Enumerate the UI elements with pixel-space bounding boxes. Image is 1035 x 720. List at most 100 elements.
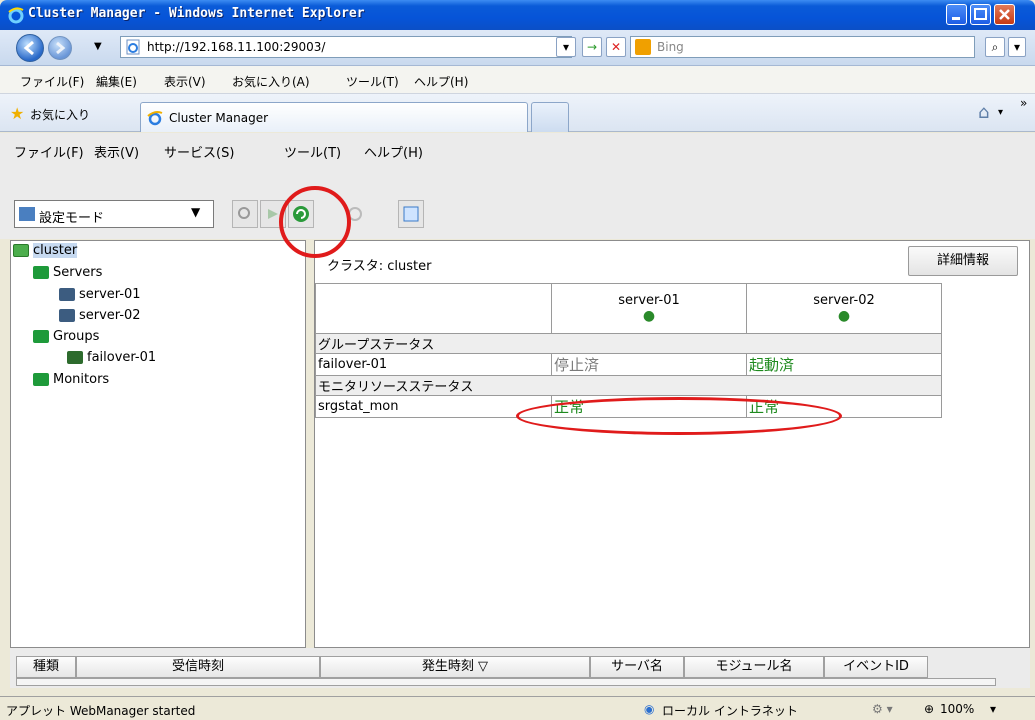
folder-icon [33, 266, 49, 279]
app-menu-tools[interactable]: ツール(T) [284, 142, 341, 161]
server-icon [59, 309, 75, 322]
address-bar[interactable]: http://192.168.11.100:29003/ [120, 36, 572, 58]
log-scrollbar[interactable] [16, 678, 996, 686]
log-col-type[interactable]: 種類 [16, 656, 76, 678]
tree-node-groups[interactable]: Groups [33, 329, 99, 344]
go-button[interactable]: → [582, 37, 602, 57]
menu-help[interactable]: ヘルプ(H) [414, 73, 468, 90]
favorites-bar: ★ お気に入り Cluster Manager ⌂ ▾ » [0, 94, 1035, 132]
folder-icon [33, 373, 49, 386]
column-header-server-02: server-02 ● [746, 283, 942, 334]
log-col-occurred[interactable]: 発生時刻 ▽ [320, 656, 590, 678]
mode-select[interactable]: 設定モード ▼ [14, 200, 214, 228]
mode-dropdown-icon: ▼ [191, 205, 201, 219]
app-menu-bar: ファイル(F) 表示(V) サービス(S) ツール(T) ヘルプ(H) [0, 133, 1035, 163]
cluster-tree: cluster Servers server-01 server-02 Grou… [10, 240, 306, 648]
window-title: Cluster Manager - Windows Internet Explo… [28, 6, 365, 21]
title-bar: Cluster Manager - Windows Internet Explo… [0, 0, 1035, 30]
ie-logo-icon [7, 6, 25, 24]
app-menu-service[interactable]: サービス(S) [164, 142, 234, 161]
menu-file[interactable]: ファイル(F) [20, 73, 84, 90]
search-placeholder: Bing [657, 40, 684, 54]
group-row-name: failover-01 [315, 353, 552, 376]
menu-tools[interactable]: ツール(T) [346, 73, 399, 90]
monitor-section-header: モニタリソースステータス [315, 375, 942, 396]
favorites-button[interactable]: お気に入り [30, 106, 90, 123]
star-icon: ★ [10, 104, 25, 123]
tree-label-failover-01: failover-01 [87, 350, 157, 365]
stop-button[interactable]: ✕ [606, 37, 626, 57]
server-status-icon: ● [642, 308, 656, 324]
app-menu-help[interactable]: ヘルプ(H) [364, 142, 423, 161]
group-status-server-01: 停止済 [551, 353, 747, 376]
new-tab-button[interactable] [531, 102, 569, 132]
close-button[interactable] [994, 4, 1015, 25]
zoom-icon[interactable]: ⊕ [924, 702, 934, 716]
tree-label-cluster: cluster [33, 243, 78, 258]
home-icon[interactable]: ⌂ [978, 102, 989, 123]
app-menu-file[interactable]: ファイル(F) [14, 142, 84, 161]
status-text: アプレット WebManager started [6, 704, 196, 718]
tree-label-server-02: server-02 [79, 308, 141, 323]
panel-title: クラスタ: cluster [327, 259, 432, 274]
tree-node-servers[interactable]: Servers [33, 265, 102, 280]
history-dropdown-icon[interactable]: ▼ [94, 41, 102, 52]
log-col-module[interactable]: モジュール名 [684, 656, 824, 678]
search-button[interactable]: ⌕ [985, 37, 1005, 57]
forward-button[interactable] [48, 36, 72, 60]
zoom-dropdown-icon[interactable]: ▾ [990, 702, 996, 716]
tree-label-groups: Groups [53, 329, 100, 344]
tree-label-monitors: Monitors [53, 372, 110, 387]
tree-node-monitors[interactable]: Monitors [33, 372, 109, 387]
ie-tab-icon [147, 110, 163, 129]
menu-edit[interactable]: 編集(E) [96, 73, 137, 90]
tree-node-cluster[interactable]: cluster [13, 243, 78, 258]
back-button[interactable] [16, 34, 44, 62]
app-toolbar: 設定モード ▼ [0, 163, 1035, 239]
zoom-level[interactable]: 100% [940, 702, 974, 716]
status-panel: クラスタ: cluster 詳細情報 server-01 ● server-02… [314, 240, 1030, 648]
annotation-ellipse [516, 397, 842, 435]
tree-node-failover-01[interactable]: failover-01 [67, 350, 156, 365]
address-row: ▼ http://192.168.11.100:29003/ ▾ → ✕ Bin… [0, 30, 1035, 66]
status-bar: アプレット WebManager started ◉ ローカル イントラネット … [0, 696, 1035, 720]
column-label: server-01 [618, 293, 680, 308]
search-tool-button[interactable] [232, 200, 258, 228]
log-col-received[interactable]: 受信時刻 [76, 656, 320, 678]
mode-value: 設定モード [39, 211, 105, 226]
log-col-server[interactable]: サーバ名 [590, 656, 684, 678]
group-status-server-02: 起動済 [746, 353, 942, 376]
zone-text: ローカル イントラネット [662, 704, 798, 718]
folder-icon [33, 330, 49, 343]
more-chevron-icon[interactable]: » [1020, 96, 1027, 110]
menu-favorites[interactable]: お気に入り(A) [232, 73, 310, 90]
home-dropdown-icon[interactable]: ▾ [998, 107, 1003, 118]
event-log: 種類 受信時刻 発生時刻 ▽ サーバ名 モジュール名 イベントID [10, 648, 1030, 688]
timeline-tool-button[interactable] [398, 200, 424, 228]
corner-cell [315, 283, 552, 334]
tab-cluster-manager[interactable]: Cluster Manager [140, 102, 528, 132]
tab-title: Cluster Manager [169, 111, 269, 125]
tree-node-server-01[interactable]: server-01 [59, 287, 141, 302]
detail-info-button[interactable]: 詳細情報 [908, 246, 1018, 276]
protected-mode-icon[interactable]: ⚙ ▾ [872, 702, 893, 716]
column-header-server-01: server-01 ● [551, 283, 747, 334]
intranet-icon: ◉ [644, 702, 655, 716]
minimize-button[interactable] [946, 4, 967, 25]
address-dropdown-button[interactable]: ▾ [556, 37, 576, 57]
group-icon [67, 351, 83, 364]
search-box[interactable]: Bing [630, 36, 975, 58]
log-col-event-id[interactable]: イベントID [824, 656, 928, 678]
page-icon [125, 39, 141, 58]
bing-icon [635, 39, 651, 55]
menu-view[interactable]: 表示(V) [164, 73, 206, 90]
tree-node-server-02[interactable]: server-02 [59, 308, 141, 323]
server-icon [59, 288, 75, 301]
address-text: http://192.168.11.100:29003/ [147, 40, 326, 54]
search-options-button[interactable]: ▾ [1008, 37, 1026, 57]
group-section-header: グループステータス [315, 333, 942, 354]
server-status-icon: ● [837, 308, 851, 324]
app-menu-view[interactable]: 表示(V) [94, 142, 139, 161]
tree-label-servers: Servers [53, 265, 103, 280]
maximize-button[interactable] [970, 4, 991, 25]
